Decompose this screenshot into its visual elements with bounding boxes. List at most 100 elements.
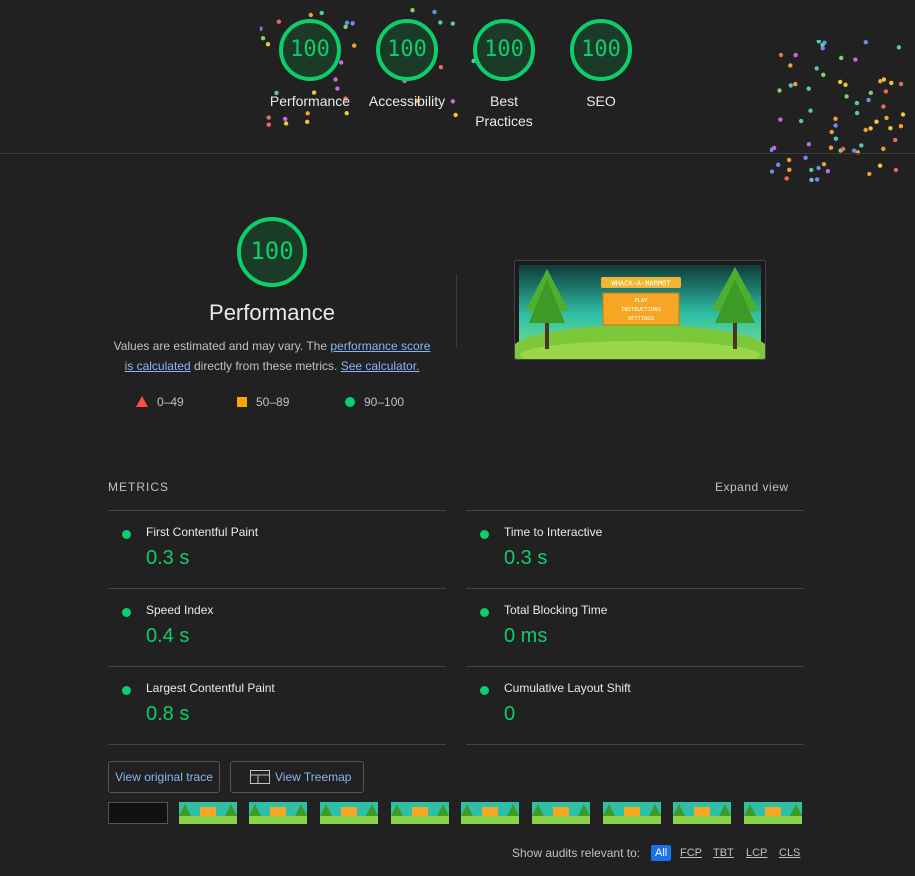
confetti-dot xyxy=(854,110,860,116)
confetti-dot xyxy=(866,97,871,103)
confetti-dot xyxy=(829,129,834,135)
confetti-dot xyxy=(844,94,849,99)
metric-value: 0.3 s xyxy=(504,547,548,569)
confetti-dot xyxy=(821,72,826,77)
gauge-performance[interactable]: 100 Performance xyxy=(255,18,365,111)
metric-speed-index: Speed Index 0.4 s xyxy=(108,588,446,666)
confetti-dot xyxy=(833,136,839,141)
confetti-dot xyxy=(319,10,324,16)
view-original-trace-button[interactable]: View original trace xyxy=(108,761,220,793)
confetti-dot xyxy=(308,12,313,18)
filmstrip-frame xyxy=(320,802,378,824)
gauge-score: 100 xyxy=(387,37,427,62)
confetti-dot xyxy=(808,108,813,113)
confetti-dot xyxy=(809,177,814,183)
filmstrip-frame xyxy=(391,802,449,824)
confetti-dot xyxy=(816,165,821,171)
filter-chip-fcp[interactable]: FCP xyxy=(677,845,705,861)
gauge-label: Best Practices xyxy=(475,93,533,129)
confetti-dot xyxy=(828,145,834,150)
confetti-dot xyxy=(344,111,349,116)
confetti-dot xyxy=(266,115,271,120)
expand-view-toggle[interactable]: Expand view xyxy=(715,480,789,494)
confetti-dot xyxy=(305,111,310,116)
confetti-dot xyxy=(822,40,827,45)
confetti-dot xyxy=(898,81,904,87)
confetti-dot xyxy=(896,45,902,50)
filmstrip-frame xyxy=(603,802,661,824)
metric-label: Cumulative Layout Shift xyxy=(504,681,631,695)
confetti-dot xyxy=(839,55,844,61)
filter-chip-tbt[interactable]: TBT xyxy=(710,845,737,861)
confetti-dot xyxy=(821,162,827,167)
confetti-dot xyxy=(814,66,819,71)
confetti-dot xyxy=(410,8,415,13)
legend-pass-label: 90–100 xyxy=(364,395,405,409)
filmstrip-frame-blank xyxy=(108,802,168,824)
confetti-dot xyxy=(825,169,831,174)
confetti-dot xyxy=(843,82,848,87)
metric-value: 0.3 s xyxy=(146,547,190,569)
confetti-dot xyxy=(820,46,825,51)
confetti-dot xyxy=(854,100,860,106)
confetti-dot xyxy=(868,126,873,131)
gauge-score: 100 xyxy=(484,37,524,62)
filmstrip-frame xyxy=(532,802,590,824)
metric-label: Largest Contentful Paint xyxy=(146,681,275,695)
view-original-trace-label: View original trace xyxy=(115,770,213,784)
treemap-icon xyxy=(250,770,270,784)
confetti-dot xyxy=(863,127,868,133)
final-screenshot[interactable]: WHACK-A-MARMOT PLAY INSTRUCTIONS SETTING… xyxy=(510,260,770,377)
legend-pass: 90–100 xyxy=(345,393,404,411)
metric-label: Time to Interactive xyxy=(504,525,603,539)
metric-value: 0.8 s xyxy=(146,703,190,725)
metric-label: Speed Index xyxy=(146,603,214,617)
confetti-dot xyxy=(877,163,883,168)
metric-label: First Contentful Paint xyxy=(146,525,259,539)
filter-chip-all[interactable]: All xyxy=(651,845,672,861)
confetti-dot xyxy=(771,145,777,151)
confetti-dot xyxy=(883,89,889,94)
confetti-dot xyxy=(777,88,782,93)
confetti-dot xyxy=(793,81,798,87)
confetti-dot xyxy=(283,116,288,122)
confetti-dot xyxy=(305,119,310,125)
confetti-dot xyxy=(809,167,814,173)
filter-chip-cls[interactable]: CLS xyxy=(776,845,803,861)
gauge-seo[interactable]: 100 SEO xyxy=(546,18,656,111)
view-treemap-label: View Treemap xyxy=(275,770,352,784)
gauge-label: Accessibility xyxy=(368,93,446,109)
metrics-header: METRICS xyxy=(108,480,169,494)
metric-total-blocking-time: Total Blocking Time 0 ms xyxy=(466,588,804,666)
gauge-accessibility[interactable]: 100 Accessibility xyxy=(352,18,462,111)
confetti-dot xyxy=(888,126,893,131)
confetti-dot xyxy=(859,143,864,148)
confetti-dot xyxy=(853,57,858,62)
filmstrip-frame xyxy=(179,802,237,824)
gauge-best-practices[interactable]: 100 Best Practices xyxy=(449,18,559,131)
confetti-dot xyxy=(283,121,289,126)
filmstrip-frame xyxy=(461,802,519,824)
confetti-dot xyxy=(867,171,872,177)
confetti-dot xyxy=(893,137,898,143)
confetti-dot xyxy=(840,146,846,152)
confetti-dot xyxy=(884,115,889,121)
confetti-dot xyxy=(778,52,784,58)
confetti-dot xyxy=(770,169,775,174)
legend-fail-label: 0–49 xyxy=(157,395,184,409)
confetti-dot xyxy=(838,79,843,85)
game-screenshot-image: WHACK-A-MARMOT PLAY INSTRUCTIONS SETTING… xyxy=(510,265,770,377)
performance-description: Values are estimated and may vary. The p… xyxy=(108,336,436,376)
square-icon xyxy=(237,397,247,407)
confetti-dot xyxy=(788,63,793,68)
pass-circle-icon xyxy=(480,686,489,695)
view-treemap-button[interactable]: View Treemap xyxy=(230,761,364,793)
filter-chip-lcp[interactable]: LCP xyxy=(743,845,770,861)
confetti-dot xyxy=(806,142,812,147)
filmstrip-frame xyxy=(673,802,731,824)
confetti-dot xyxy=(788,83,793,88)
see-calculator-link[interactable]: See calculator. xyxy=(341,359,420,373)
confetti-dot xyxy=(787,167,792,172)
desc-text: directly from these metrics. xyxy=(190,359,341,373)
metric-time-to-interactive: Time to Interactive 0.3 s xyxy=(466,510,804,588)
